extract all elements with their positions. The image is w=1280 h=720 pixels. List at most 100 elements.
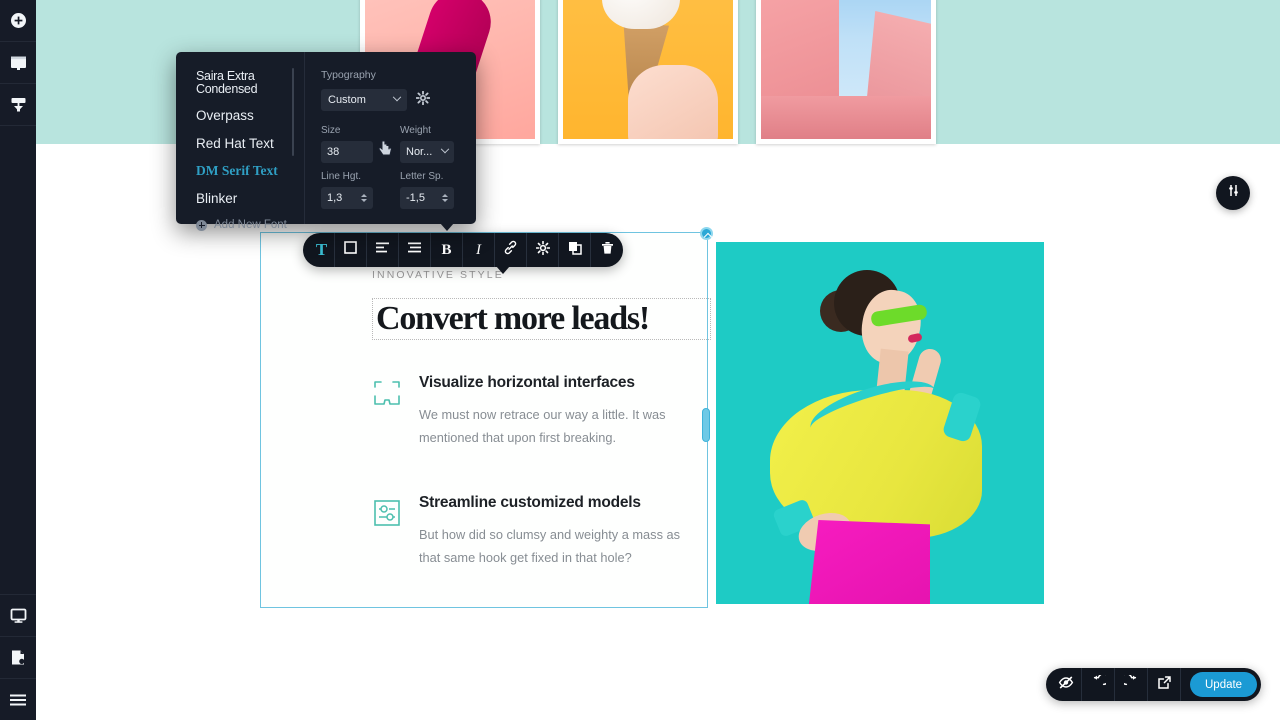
architecture-image [761,0,931,139]
weight-label: Weight [400,125,431,136]
bottom-action-bar[interactable]: Update [1046,668,1262,701]
sidebar-item-add-element[interactable] [0,0,36,42]
font-option-saira-extra-condensed[interactable]: Saira Extra Condensed [196,70,304,95]
window-icon [10,55,27,71]
align-left-tool-button[interactable] [367,233,399,267]
selection-resize-handle-right[interactable] [702,408,710,442]
bold-tool-button[interactable]: B [431,233,463,267]
add-new-font-button[interactable]: Add New Font [196,219,304,231]
photo-card-icecream[interactable] [558,0,738,144]
plus-circle-icon [196,219,207,231]
text-tool-button[interactable]: T [303,233,335,267]
selection-handle-top-right[interactable] [700,227,713,240]
feature-body: We must now retrace our way a little. It… [419,407,666,445]
undo-button[interactable] [1082,668,1115,701]
trash-icon [601,241,614,260]
link-icon [503,240,518,260]
stepper-icon[interactable] [442,194,448,202]
italic-tool-button[interactable]: I [463,233,495,267]
hero-model-image[interactable] [716,242,1044,604]
duplicate-icon [568,241,582,260]
feature-body: But how did so clumsy and weighty a mass… [419,527,681,565]
font-list[interactable]: Saira Extra Condensed Overpass Red Hat T… [176,52,305,231]
typography-gear-icon[interactable] [415,90,431,110]
hamburger-icon [9,693,27,707]
bold-label: B [441,241,452,258]
link-tool-button[interactable] [495,233,527,267]
font-preset-value: Custom [328,94,366,106]
add-new-font-label: Add New Font [214,219,287,231]
hide-preview-button[interactable] [1046,668,1082,701]
sliders-vertical-icon [1226,183,1241,203]
line-height-input[interactable]: 1,3 [321,187,373,209]
eyebrow-text: INNOVATIVE STYLE [372,269,504,281]
size-label: Size [321,125,341,136]
icecream-image [563,0,733,139]
typography-settings: Typography Custom Size 38 Weight Nor... … [305,52,476,224]
weight-value: Nor... [406,146,433,158]
plus-circle-icon [10,12,27,29]
font-option-dm-serif-text[interactable]: DM Serif Text [196,164,304,178]
feature-title: Visualize horizontal interfaces [419,374,635,391]
redo-button[interactable] [1115,668,1148,701]
external-link-icon [1157,675,1172,695]
bracket-frame-icon [372,378,402,408]
undo-icon [1091,672,1109,695]
page-title[interactable]: Convert more leads! [373,302,650,336]
line-height-label: Line Hgt. [321,171,362,182]
font-option-red-hat-text[interactable]: Red Hat Text [196,136,304,151]
font-list-scrollbar[interactable] [291,68,294,156]
adjustments-button[interactable] [1216,176,1250,210]
font-preset-select[interactable]: Custom [321,89,407,111]
chevron-down-icon [440,144,450,154]
gear-icon [535,240,550,260]
letter-spacing-field-group: Letter Sp. -1,5 [400,171,462,209]
headline-edit-box[interactable]: Convert more leads! [372,298,711,340]
eye-slash-icon [1058,675,1074,695]
weight-select[interactable]: Nor... [400,141,454,163]
size-input[interactable]: 38 [321,141,373,163]
size-field-group: Size 38 [321,125,383,163]
open-external-button[interactable] [1148,668,1181,701]
container-tool-button[interactable] [335,233,367,267]
text-tool-label: T [315,240,328,259]
font-option-blinker[interactable]: Blinker [196,191,304,206]
update-button-label: Update [1205,678,1243,691]
paint-roller-icon [10,96,27,113]
mouse-cursor-icon [378,140,393,157]
redo-icon [1120,672,1139,695]
duplicate-tool-button[interactable] [559,233,591,267]
chevron-down-icon [392,92,402,102]
update-button[interactable]: Update [1190,672,1258,697]
feature-item-2[interactable]: Streamline customized models But how did… [372,494,697,570]
sidebar-item-pages[interactable] [0,636,36,678]
element-toolbar[interactable]: T B I [303,233,623,274]
letter-spacing-input[interactable]: -1,5 [400,187,454,209]
monitor-icon [10,608,27,624]
italic-label: I [476,241,481,258]
typography-panel-title: Typography [321,69,376,81]
settings-tool-button[interactable] [527,233,559,267]
align-justify-icon [407,241,422,259]
line-height-value: 1,3 [327,192,343,204]
sidebar-item-responsive-preview[interactable] [0,594,36,636]
sidebar-item-theme-styles[interactable] [0,84,36,126]
size-value: 38 [327,146,340,158]
photo-card-architecture[interactable] [756,0,936,144]
page-icon [10,649,26,666]
align-justify-tool-button[interactable] [399,233,431,267]
letter-spacing-value: -1,5 [406,192,425,204]
delete-tool-button[interactable] [591,233,623,267]
node-settings-icon [372,498,402,528]
letter-spacing-label: Letter Sp. [400,171,444,182]
left-sidebar[interactable] [0,0,36,720]
align-left-icon [375,241,390,259]
weight-field-group: Weight Nor... [400,125,462,163]
feature-title: Streamline customized models [419,494,641,511]
stepper-icon[interactable] [361,194,367,202]
font-option-overpass[interactable]: Overpass [196,109,304,123]
sidebar-item-sections[interactable] [0,42,36,84]
typography-popover[interactable]: Saira Extra Condensed Overpass Red Hat T… [176,52,476,231]
feature-item-1[interactable]: Visualize horizontal interfaces We must … [372,374,697,450]
sidebar-item-main-menu[interactable] [0,678,36,720]
